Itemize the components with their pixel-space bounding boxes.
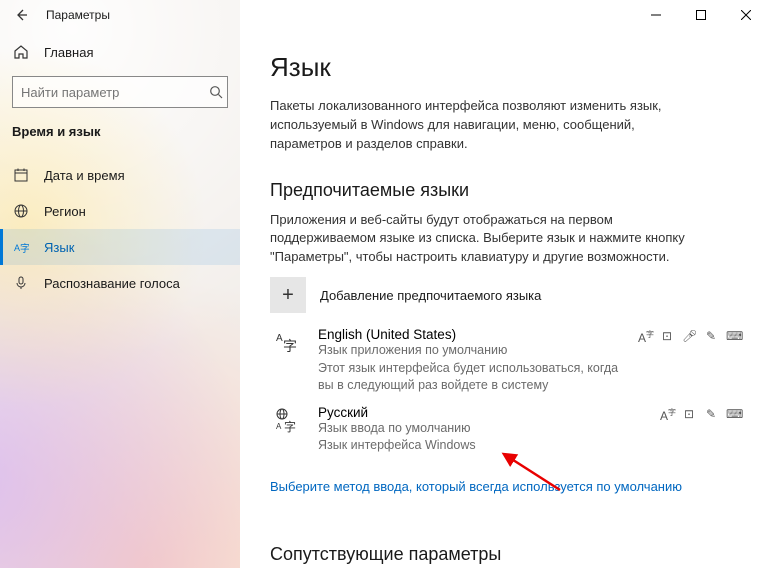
add-language-row[interactable]: + Добавление предпочитаемого языка	[270, 277, 744, 313]
text-to-speech-icon: ⊡	[682, 407, 696, 455]
handwriting-icon: ✎	[704, 407, 718, 455]
nav-item-date-time[interactable]: Дата и время	[0, 157, 240, 193]
minimize-button[interactable]	[633, 0, 678, 30]
language-sub2: Этот язык интерфейса будет использоватьс…	[318, 360, 624, 395]
search-box[interactable]	[12, 76, 228, 108]
language-name: Русский	[318, 405, 646, 420]
language-name: English (United States)	[318, 327, 624, 342]
calendar-icon	[12, 166, 30, 184]
nav-item-speech[interactable]: Распознавание голоса	[0, 265, 240, 301]
language-feature-icons: A字 ⊡ ✎ ⌨	[660, 405, 740, 455]
search-input[interactable]	[13, 85, 205, 100]
maximize-button[interactable]	[678, 0, 723, 30]
back-button[interactable]	[12, 6, 30, 24]
nav-item-label: Дата и время	[44, 168, 125, 183]
svg-text:A: A	[276, 333, 283, 344]
language-item-ru[interactable]: A字 Русский Язык ввода по умолчанию Язык …	[270, 405, 740, 455]
display-language-icon: A字	[638, 329, 652, 395]
nav-item-label: Язык	[44, 240, 74, 255]
language-item-en[interactable]: A字 English (United States) Язык приложен…	[270, 327, 740, 395]
display-language-icon: A字	[660, 407, 674, 455]
nav-item-region[interactable]: Регион	[0, 193, 240, 229]
text-to-speech-icon: ⊡	[660, 329, 674, 395]
language-globe-glyph-icon: A字	[270, 405, 304, 455]
svg-text:字: 字	[283, 338, 297, 354]
search-icon	[205, 85, 227, 99]
language-sub2: Язык интерфейса Windows	[318, 437, 646, 455]
nav-item-language[interactable]: A字 Язык	[0, 229, 240, 265]
language-sub1: Язык приложения по умолчанию	[318, 342, 624, 360]
nav-home[interactable]: Главная	[0, 34, 240, 70]
page-title: Язык	[270, 52, 744, 83]
default-input-method-link[interactable]: Выберите метод ввода, который всегда исп…	[270, 479, 682, 494]
window-title: Параметры	[46, 8, 110, 22]
add-language-label: Добавление предпочитаемого языка	[320, 288, 541, 303]
nav-home-label: Главная	[44, 45, 93, 60]
nav-group-heading: Время и язык	[0, 118, 240, 141]
close-button[interactable]	[723, 0, 768, 30]
svg-text:字: 字	[284, 419, 296, 433]
keyboard-icon: ⌨	[726, 329, 740, 395]
language-icon: A字	[12, 238, 30, 256]
handwriting-icon: ✎	[704, 329, 718, 395]
speech-icon: 🎤︎	[682, 329, 696, 395]
nav-item-label: Регион	[44, 204, 86, 219]
svg-text:A: A	[276, 422, 282, 431]
globe-icon	[12, 202, 30, 220]
language-feature-icons: A字 ⊡ 🎤︎ ✎ ⌨	[638, 327, 740, 395]
svg-text:字: 字	[20, 242, 29, 255]
language-glyph-icon: A字	[270, 327, 304, 395]
page-intro: Пакеты локализованного интерфейса позвол…	[270, 97, 700, 154]
related-heading: Сопутствующие параметры	[270, 544, 744, 565]
language-sub1: Язык ввода по умолчанию	[318, 420, 646, 438]
preferred-desc: Приложения и веб-сайты будут отображатьс…	[270, 211, 700, 268]
microphone-icon	[12, 274, 30, 292]
preferred-heading: Предпочитаемые языки	[270, 180, 744, 201]
plus-icon: +	[270, 277, 306, 313]
home-icon	[12, 43, 30, 61]
nav-item-label: Распознавание голоса	[44, 276, 180, 291]
keyboard-icon: ⌨	[726, 407, 740, 455]
